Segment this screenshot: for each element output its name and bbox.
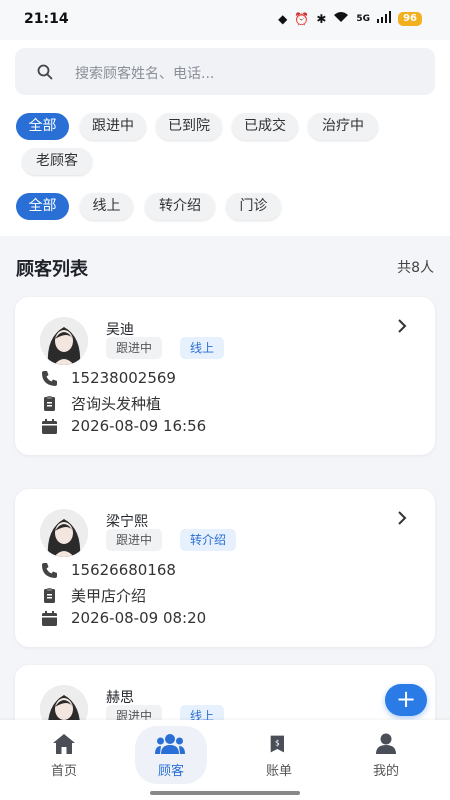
list-count: 共8人 [397,260,434,276]
tab-bills-label: 账单 [265,764,292,779]
customer-phone: 15626680168 [71,561,176,579]
status-filter-returning[interactable]: 老顾客 [22,148,92,175]
source-filter-clinic[interactable]: 门诊 [226,193,281,220]
customer-date-row: 2026-08-09 08:20 [41,609,206,627]
customer-status-tag: 跟进中 [106,529,163,551]
alarm-icon: ⏰ [294,12,310,26]
clipboard-icon [44,588,55,603]
wifi-icon [333,11,349,27]
status-filter-following[interactable]: 跟进中 [80,113,146,140]
bottom-tab-bar: 首页 顾客 $ 账单 我的 [0,720,450,800]
customer-date-row: 2026-08-09 16:56 [41,417,206,435]
tab-customers[interactable]: 顾客 [135,726,207,784]
customer-name: 吴迪 [106,322,134,338]
customer-phone: 15238002569 [71,369,176,387]
customer-avatar [40,509,88,557]
list-header: 顾客列表 共8人 [0,236,450,294]
status-icons: ◆ ⏰ ✱ 5G 96 [278,11,422,27]
source-filter-online[interactable]: 线上 [80,193,133,220]
customer-card[interactable]: 吴迪 跟进中 线上 15238002569 咨询头发种植 2026-08-09 … [15,297,435,455]
customer-card[interactable]: 梁宁熙 跟进中 转介绍 15626680168 美甲店介绍 2026-08-09… [15,489,435,647]
battery-indicator: 96 [398,12,422,26]
search-input[interactable]: 搜索顾客姓名、电话... [15,48,435,95]
customer-date: 2026-08-09 16:56 [71,417,207,435]
phone-icon [42,370,57,386]
tab-bills[interactable]: $ 账单 [243,726,315,784]
customer-status-tag: 跟进中 [106,337,163,359]
tab-mine[interactable]: 我的 [350,726,422,784]
customer-source-tag: 线上 [180,337,225,359]
network-label: 5G [356,14,371,24]
chevron-right-icon [398,511,407,525]
customer-name: 梁宁熙 [106,514,148,530]
search-placeholder: 搜索顾客姓名、电话... [75,66,215,82]
home-icon [53,734,75,754]
status-filter-all[interactable]: 全部 [16,113,69,140]
drop-icon: ◆ [278,12,288,26]
status-bar: 21:14 ◆ ⏰ ✱ 5G 96 [0,0,450,40]
customer-phone-row: 15238002569 [41,369,176,387]
status-time: 21:14 [24,11,69,27]
signal-icon [377,11,392,27]
home-indicator [150,791,300,795]
add-customer-button[interactable]: + [385,684,427,716]
customer-avatar [40,317,88,365]
users-icon [155,734,185,754]
customer-phone-row: 15626680168 [41,561,176,579]
bluetooth-icon: ✱ [316,12,327,26]
customer-note: 咨询头发种植 [71,395,162,413]
filter-panel: 搜索顾客姓名、电话... 全部 跟进中 已到院 已成交 治疗中 老顾客 全部 线… [0,40,450,236]
search-icon [37,64,53,80]
user-icon [376,733,396,754]
tab-customers-label: 顾客 [157,764,184,779]
customer-note-row: 美甲店介绍 [41,585,146,606]
bill-icon: $ [270,735,284,753]
status-filter-arrived[interactable]: 已到院 [156,113,222,140]
list-title: 顾客列表 [16,259,88,280]
status-filter-in-treatment[interactable]: 治疗中 [308,113,378,140]
phone-icon [42,562,57,578]
customer-name: 赫思 [106,690,134,706]
source-filter-referral[interactable]: 转介绍 [145,193,215,220]
status-filter-closed-deal[interactable]: 已成交 [232,113,298,140]
source-filter-all[interactable]: 全部 [16,193,69,220]
tab-mine-label: 我的 [372,764,399,779]
tab-home-label: 首页 [50,764,77,779]
chevron-right-icon [398,319,407,333]
calendar-icon [42,418,57,434]
customer-date: 2026-08-09 08:20 [71,609,207,627]
calendar-icon [42,610,57,626]
clipboard-icon [44,396,55,411]
customer-source-tag: 转介绍 [180,529,237,551]
svg-text:$: $ [275,739,280,748]
customer-note: 美甲店介绍 [71,587,147,605]
customer-note-row: 咨询头发种植 [41,393,161,414]
tab-home[interactable]: 首页 [28,726,100,784]
